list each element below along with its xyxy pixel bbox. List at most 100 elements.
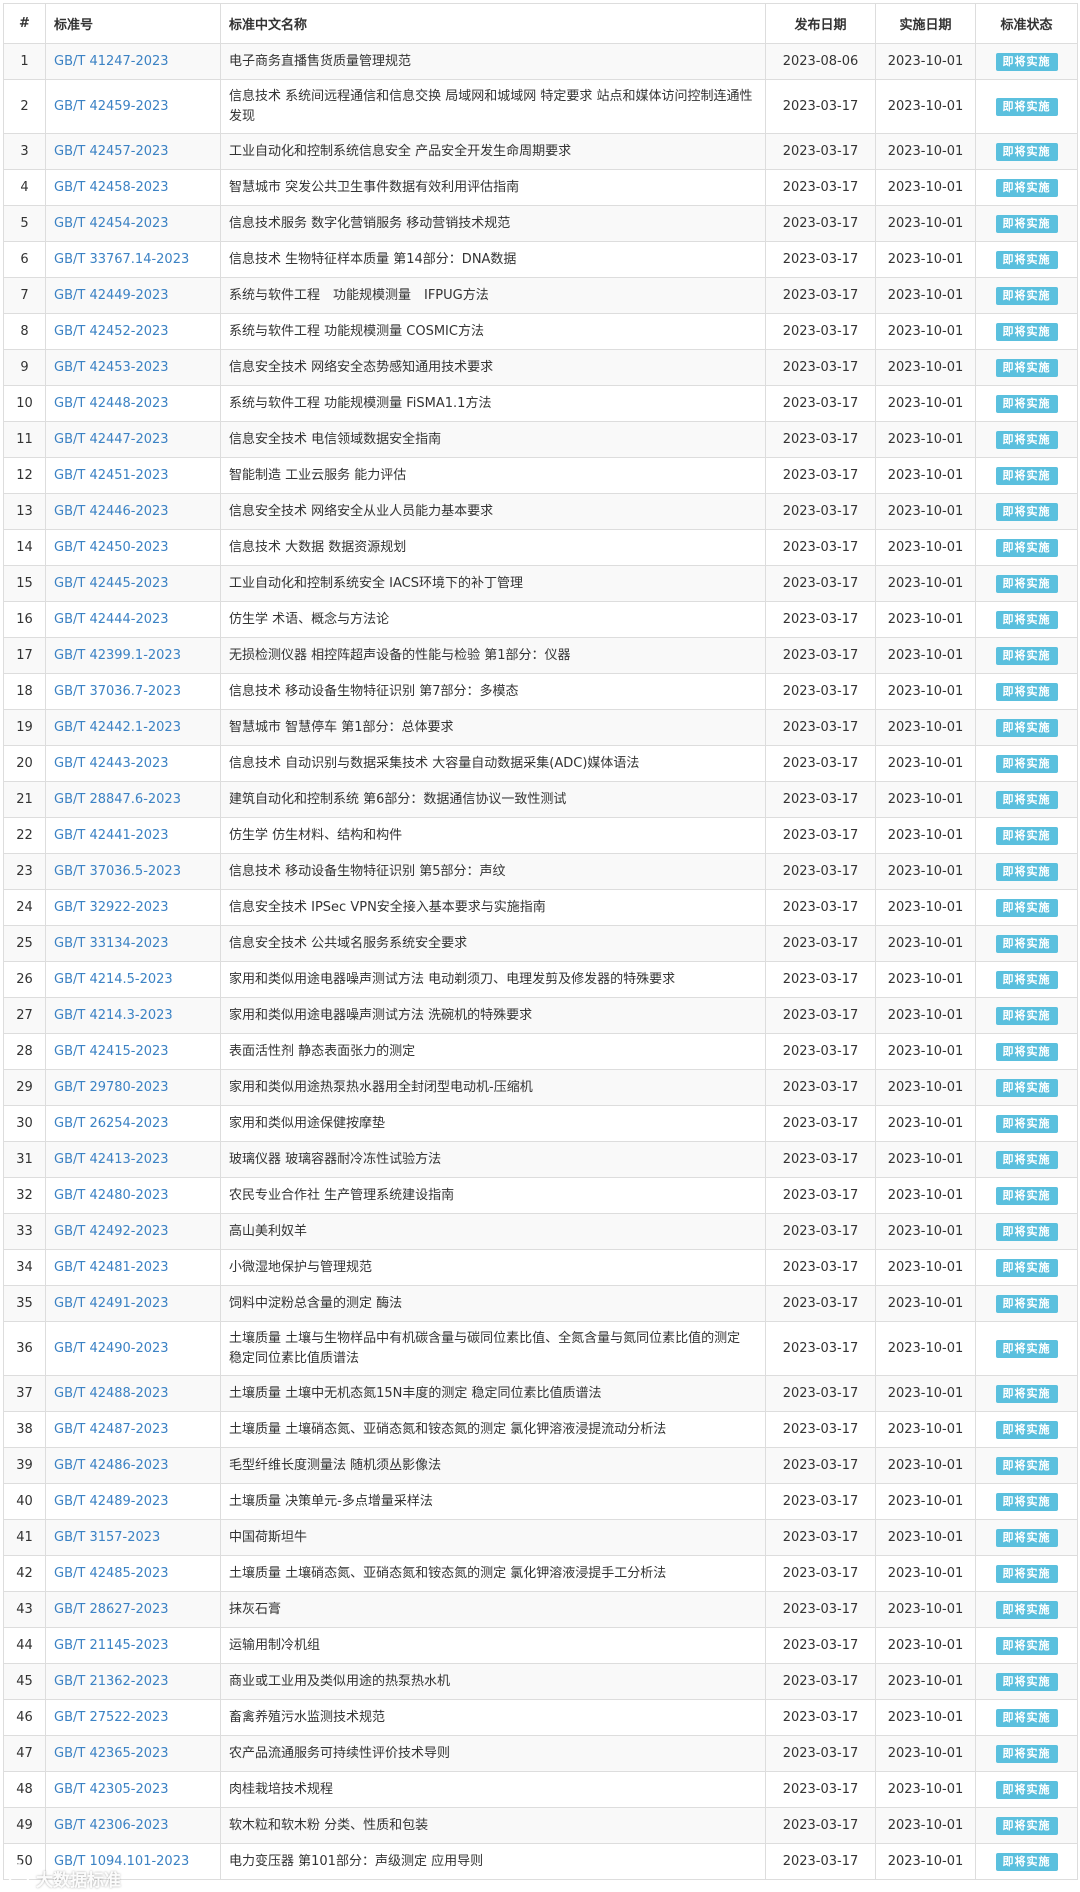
standard-code-link[interactable]: GB/T 33767.14-2023 <box>54 252 189 267</box>
standard-code-link[interactable]: GB/T 42451-2023 <box>54 468 169 483</box>
standard-name: 抹灰石膏 <box>220 1591 766 1628</box>
status-badge: 即将实施 <box>995 1708 1058 1727</box>
effective-date: 2023-10-01 <box>875 1735 976 1772</box>
row-index: 18 <box>3 673 46 710</box>
standard-code-link[interactable]: GB/T 27522-2023 <box>54 1710 169 1725</box>
standard-code-link[interactable]: GB/T 42490-2023 <box>54 1341 169 1356</box>
standard-code-link[interactable]: GB/T 42365-2023 <box>54 1746 169 1761</box>
header-index[interactable]: # <box>3 3 46 44</box>
standard-code-link[interactable]: GB/T 4214.5-2023 <box>54 972 173 987</box>
publish-date: 2023-03-17 <box>765 1771 876 1808</box>
standard-code-link[interactable]: GB/T 42447-2023 <box>54 432 169 447</box>
standard-code-link[interactable]: GB/T 42444-2023 <box>54 612 169 627</box>
status-cell: 即将实施 <box>975 1627 1078 1664</box>
standard-code-cell: GB/T 42452-2023 <box>45 313 221 350</box>
standard-code-link[interactable]: GB/T 42481-2023 <box>54 1260 169 1275</box>
row-index: 22 <box>3 817 46 854</box>
effective-date: 2023-10-01 <box>875 457 976 494</box>
table-row: 16 GB/T 42444-2023 仿生学 术语、概念与方法论 2023-03-17… <box>3 601 1078 638</box>
row-index: 39 <box>3 1447 46 1484</box>
status-cell: 即将实施 <box>975 1519 1078 1556</box>
publish-date: 2023-03-17 <box>765 637 876 674</box>
standard-code-link[interactable]: GB/T 42453-2023 <box>54 360 169 375</box>
status-cell: 即将实施 <box>975 997 1078 1034</box>
effective-date: 2023-10-01 <box>875 349 976 386</box>
status-cell: 即将实施 <box>975 1591 1078 1628</box>
table-row: 50 GB/T 1094.101-2023 电力变压器 第101部分：声级测定 应用… <box>3 1843 1078 1880</box>
standard-code-link[interactable]: GB/T 42441-2023 <box>54 828 169 843</box>
standard-code-link[interactable]: GB/T 42446-2023 <box>54 504 169 519</box>
standard-code-link[interactable]: GB/T 42399.1-2023 <box>54 648 181 663</box>
standard-code-link[interactable]: GB/T 21362-2023 <box>54 1674 169 1689</box>
status-cell: 即将实施 <box>975 313 1078 350</box>
status-badge: 即将实施 <box>995 1420 1058 1439</box>
standard-code-link[interactable]: GB/T 3157-2023 <box>54 1530 160 1545</box>
standard-code-link[interactable]: GB/T 42485-2023 <box>54 1566 169 1581</box>
standard-code-cell: GB/T 28847.6-2023 <box>45 781 221 818</box>
standard-code-link[interactable]: GB/T 33134-2023 <box>54 936 169 951</box>
publish-date: 2023-03-17 <box>765 781 876 818</box>
standard-code-link[interactable]: GB/T 21145-2023 <box>54 1638 169 1653</box>
standard-code-link[interactable]: GB/T 42413-2023 <box>54 1152 169 1167</box>
effective-date: 2023-10-01 <box>875 1627 976 1664</box>
header-standard-code[interactable]: 标准号 <box>45 3 221 44</box>
status-cell: 即将实施 <box>975 1843 1078 1880</box>
standard-code-link[interactable]: GB/T 42454-2023 <box>54 216 169 231</box>
standard-code-link[interactable]: GB/T 42445-2023 <box>54 576 169 591</box>
publish-date: 2023-03-17 <box>765 1843 876 1880</box>
standard-code-link[interactable]: GB/T 42306-2023 <box>54 1818 169 1833</box>
standard-code-link[interactable]: GB/T 42487-2023 <box>54 1422 169 1437</box>
standard-code-link[interactable]: GB/T 42489-2023 <box>54 1494 169 1509</box>
standard-code-link[interactable]: GB/T 42480-2023 <box>54 1188 169 1203</box>
standard-name: 农产品流通服务可持续性评价技术导则 <box>220 1735 766 1772</box>
standard-code-link[interactable]: GB/T 28627-2023 <box>54 1602 169 1617</box>
status-badge: 即将实施 <box>995 1114 1058 1133</box>
header-publish-date[interactable]: 发布日期 <box>765 3 876 44</box>
standard-code-link[interactable]: GB/T 42459-2023 <box>54 99 169 114</box>
standard-code-link[interactable]: GB/T 42457-2023 <box>54 144 169 159</box>
status-cell: 即将实施 <box>975 637 1078 674</box>
standard-code-link[interactable]: GB/T 42443-2023 <box>54 756 169 771</box>
standard-code-link[interactable]: GB/T 28847.6-2023 <box>54 792 181 807</box>
standard-code-link[interactable]: GB/T 4214.3-2023 <box>54 1008 173 1023</box>
effective-date: 2023-10-01 <box>875 1699 976 1736</box>
effective-date: 2023-10-01 <box>875 673 976 710</box>
standard-code-link[interactable]: GB/T 42488-2023 <box>54 1386 169 1401</box>
effective-date: 2023-10-01 <box>875 493 976 530</box>
standard-code-link[interactable]: GB/T 26254-2023 <box>54 1116 169 1131</box>
standard-code-link[interactable]: GB/T 37036.7-2023 <box>54 684 181 699</box>
standard-code-link[interactable]: GB/T 32922-2023 <box>54 900 169 915</box>
standard-code-link[interactable]: GB/T 37036.5-2023 <box>54 864 181 879</box>
header-effective-date[interactable]: 实施日期 <box>875 3 976 44</box>
standard-code-link[interactable]: GB/T 42415-2023 <box>54 1044 169 1059</box>
standard-code-link[interactable]: GB/T 42486-2023 <box>54 1458 169 1473</box>
status-cell: 即将实施 <box>975 709 1078 746</box>
status-badge: 即将实施 <box>995 466 1058 485</box>
header-standard-name[interactable]: 标准中文名称 <box>220 3 766 44</box>
row-index: 12 <box>3 457 46 494</box>
standard-name: 土壤质量 土壤与生物样品中有机碳含量与碳同位素比值、全氮含量与氮同位素比值的测定… <box>220 1321 766 1376</box>
standard-code-link[interactable]: GB/T 29780-2023 <box>54 1080 169 1095</box>
standard-name: 无损检测仪器 相控阵超声设备的性能与检验 第1部分：仪器 <box>220 637 766 674</box>
standard-code-link[interactable]: GB/T 42491-2023 <box>54 1296 169 1311</box>
standard-code-link[interactable]: GB/T 42452-2023 <box>54 324 169 339</box>
standard-code-link[interactable]: GB/T 42448-2023 <box>54 396 169 411</box>
status-cell: 即将实施 <box>975 457 1078 494</box>
table-row: 39 GB/T 42486-2023 毛型纤维长度测量法 随机须丛影像法 2023-0… <box>3 1447 1078 1484</box>
standard-code-link[interactable]: GB/T 42450-2023 <box>54 540 169 555</box>
status-badge: 即将实施 <box>995 754 1058 773</box>
standard-code-link[interactable]: GB/T 41247-2023 <box>54 54 169 69</box>
standard-code-link[interactable]: GB/T 42492-2023 <box>54 1224 169 1239</box>
status-cell: 即将实施 <box>975 1321 1078 1376</box>
status-badge: 即将实施 <box>995 1852 1058 1871</box>
standard-code-link[interactable]: GB/T 42449-2023 <box>54 288 169 303</box>
status-cell: 即将实施 <box>975 745 1078 782</box>
standard-code-link[interactable]: GB/T 42305-2023 <box>54 1782 169 1797</box>
standard-code-link[interactable]: GB/T 42442.1-2023 <box>54 720 181 735</box>
standard-code-link[interactable]: GB/T 42458-2023 <box>54 180 169 195</box>
status-cell: 即将实施 <box>975 1285 1078 1322</box>
status-badge: 即将实施 <box>995 52 1058 71</box>
effective-date: 2023-10-01 <box>875 529 976 566</box>
standard-code-cell: GB/T 29780-2023 <box>45 1069 221 1106</box>
header-status[interactable]: 标准状态 <box>975 3 1078 44</box>
